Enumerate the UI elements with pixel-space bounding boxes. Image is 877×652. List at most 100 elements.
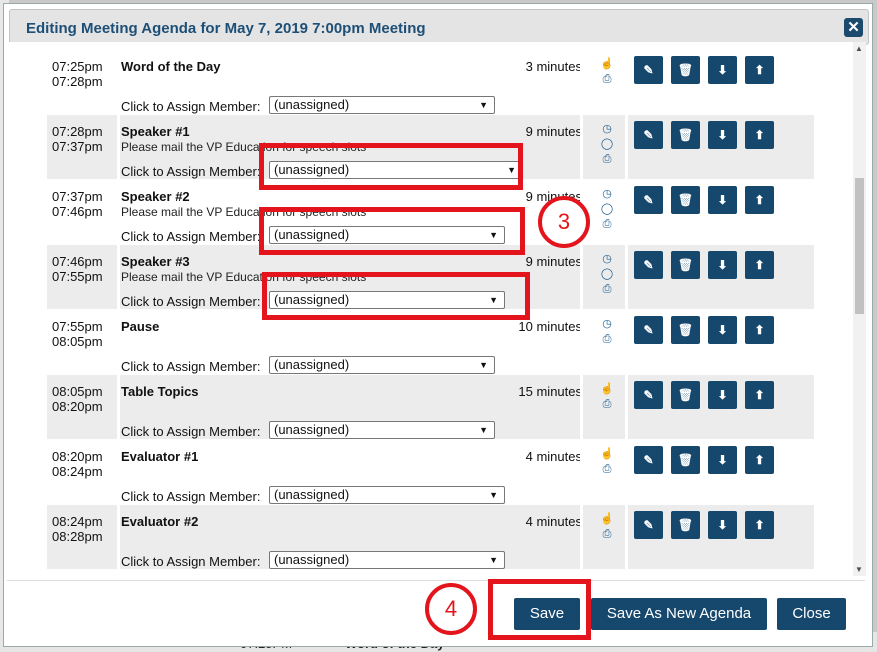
select-value: (unassigned) — [274, 552, 350, 567]
end-time: 08:05pm — [52, 334, 103, 349]
clock-icon[interactable]: ◷ — [599, 317, 615, 332]
agenda-row: 08:24pm 08:28pm Evaluator #2 Click to As… — [47, 505, 814, 569]
edit-pencil-button[interactable]: ✎ — [634, 446, 663, 474]
column-separator — [117, 310, 120, 374]
column-separator — [580, 115, 583, 179]
speech-bubble-icon[interactable]: ◯ — [599, 267, 615, 282]
delete-trash-button[interactable]: 🗑 — [671, 121, 700, 149]
edit-pencil-button[interactable]: ✎ — [634, 381, 663, 409]
row-time: 07:28pm 07:37pm — [52, 124, 103, 154]
delete-trash-button[interactable]: 🗑 — [671, 316, 700, 344]
column-separator — [117, 115, 120, 179]
move-down-button[interactable]: ⬇ — [708, 511, 737, 539]
column-separator — [117, 180, 120, 244]
column-separator — [625, 115, 628, 179]
speech-bubble-icon[interactable]: ◯ — [599, 137, 615, 152]
pointer-hand-icon[interactable]: ☝ — [599, 382, 615, 397]
row-title: Pause — [121, 319, 160, 334]
move-down-button[interactable]: ⬇ — [708, 121, 737, 149]
pointer-hand-icon[interactable]: ☝ — [599, 447, 615, 462]
printer-icon[interactable]: ⎙ — [599, 72, 615, 87]
row-title: Speaker #1 — [121, 124, 190, 139]
move-down-button[interactable]: ⬇ — [708, 186, 737, 214]
row-info-icons: ☝ ⎙ — [599, 382, 615, 412]
delete-trash-button[interactable]: 🗑 — [671, 511, 700, 539]
close-x-icon[interactable]: ✕ — [844, 18, 863, 37]
delete-trash-button[interactable]: 🗑 — [671, 56, 700, 84]
printer-icon[interactable]: ⎙ — [599, 152, 615, 167]
move-down-button[interactable]: ⬇ — [708, 251, 737, 279]
row-info-icons: ☝ ⎙ — [599, 447, 615, 477]
save-as-new-agenda-button[interactable]: Save As New Agenda — [591, 598, 767, 630]
delete-trash-button[interactable]: 🗑 — [671, 446, 700, 474]
delete-trash-button[interactable]: 🗑 — [671, 381, 700, 409]
chevron-down-icon: ▼ — [489, 555, 498, 565]
delete-trash-button[interactable]: 🗑 — [671, 251, 700, 279]
assign-member-select[interactable]: (unassigned) ▼ — [269, 421, 495, 439]
start-time: 07:37pm — [52, 189, 103, 204]
printer-icon[interactable]: ⎙ — [599, 462, 615, 477]
start-time: 08:05pm — [52, 384, 103, 399]
assign-member-select[interactable]: (unassigned) ▼ — [269, 551, 505, 569]
edit-pencil-button[interactable]: ✎ — [634, 511, 663, 539]
move-down-button[interactable]: ⬇ — [708, 316, 737, 344]
row-title: Table Topics — [121, 384, 199, 399]
assign-member-select[interactable]: (unassigned) ▼ — [269, 486, 505, 504]
printer-icon[interactable]: ⎙ — [599, 332, 615, 347]
step-4-marker: 4 — [425, 583, 477, 635]
scroll-up-arrow-icon[interactable]: ▲ — [855, 44, 863, 53]
row-duration: 10 minutes — [518, 319, 582, 334]
column-separator — [625, 440, 628, 504]
assign-member-select[interactable]: (unassigned) ▼ — [269, 356, 495, 374]
move-up-button[interactable]: ⬆ — [745, 121, 774, 149]
assign-label: Click to Assign Member: — [121, 489, 261, 504]
end-time: 08:20pm — [52, 399, 103, 414]
edit-pencil-button[interactable]: ✎ — [634, 56, 663, 84]
printer-icon[interactable]: ⎙ — [599, 282, 615, 297]
delete-trash-button[interactable]: 🗑 — [671, 186, 700, 214]
column-separator — [580, 375, 583, 439]
column-separator — [117, 505, 120, 569]
clock-icon[interactable]: ◷ — [599, 187, 615, 202]
edit-pencil-button[interactable]: ✎ — [634, 251, 663, 279]
move-up-button[interactable]: ⬆ — [745, 446, 774, 474]
row-duration: 9 minutes — [525, 254, 582, 269]
printer-icon[interactable]: ⎙ — [599, 527, 615, 542]
printer-icon[interactable]: ⎙ — [599, 397, 615, 412]
column-separator — [117, 245, 120, 309]
move-up-button[interactable]: ⬆ — [745, 511, 774, 539]
select-value: (unassigned) — [274, 422, 350, 437]
printer-icon[interactable]: ⎙ — [599, 217, 615, 232]
row-time: 07:46pm 07:55pm — [52, 254, 103, 284]
move-up-button[interactable]: ⬆ — [745, 316, 774, 344]
edit-pencil-button[interactable]: ✎ — [634, 121, 663, 149]
scrollbar-thumb[interactable] — [855, 178, 864, 314]
close-button[interactable]: Close — [777, 598, 846, 630]
assign-label: Click to Assign Member: — [121, 229, 261, 244]
move-down-button[interactable]: ⬇ — [708, 381, 737, 409]
move-up-button[interactable]: ⬆ — [745, 381, 774, 409]
assign-label: Click to Assign Member: — [121, 554, 261, 569]
move-down-button[interactable]: ⬇ — [708, 56, 737, 84]
clock-icon[interactable]: ◷ — [599, 122, 615, 137]
pointer-hand-icon[interactable]: ☝ — [599, 57, 615, 72]
row-title: Evaluator #1 — [121, 449, 199, 464]
edit-pencil-button[interactable]: ✎ — [634, 316, 663, 344]
assign-member-select[interactable]: (unassigned) ▼ — [269, 96, 495, 114]
column-separator — [580, 505, 583, 569]
move-up-button[interactable]: ⬆ — [745, 251, 774, 279]
speech-bubble-icon[interactable]: ◯ — [599, 202, 615, 217]
scrollbar[interactable]: ▲ ▼ — [853, 42, 866, 576]
chevron-down-icon: ▼ — [489, 490, 498, 500]
row-title: Speaker #3 — [121, 254, 190, 269]
move-down-button[interactable]: ⬇ — [708, 446, 737, 474]
move-up-button[interactable]: ⬆ — [745, 56, 774, 84]
move-up-button[interactable]: ⬆ — [745, 186, 774, 214]
pointer-hand-icon[interactable]: ☝ — [599, 512, 615, 527]
clock-icon[interactable]: ◷ — [599, 252, 615, 267]
row-info-icons: ◷ ◯ ⎙ — [599, 122, 615, 167]
edit-pencil-button[interactable]: ✎ — [634, 186, 663, 214]
scroll-down-arrow-icon[interactable]: ▼ — [855, 565, 863, 574]
assign-label: Click to Assign Member: — [121, 359, 261, 374]
column-separator — [625, 505, 628, 569]
